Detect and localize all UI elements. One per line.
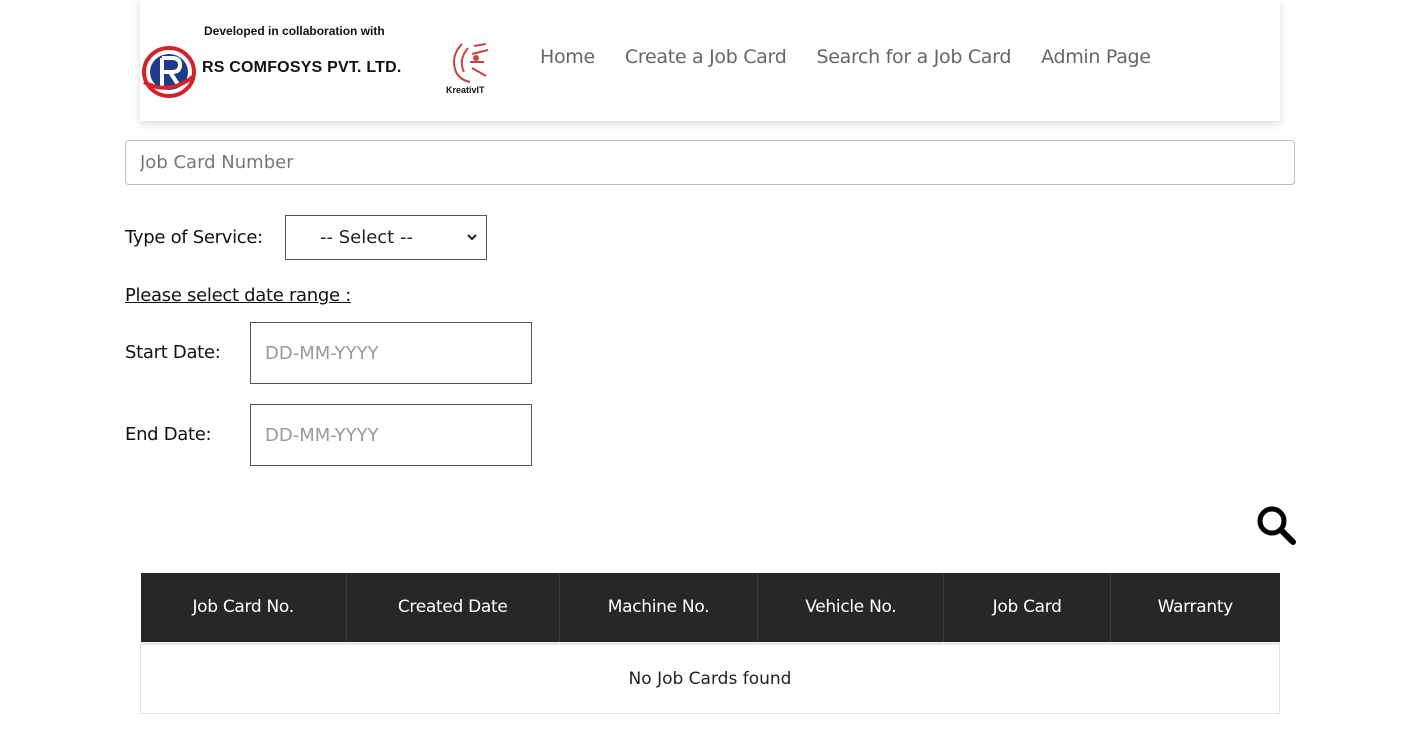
company-name: RS COMFOSYS PVT. LTD. (202, 59, 402, 76)
rs-comfosys-logo (142, 46, 196, 98)
col-created-date: Created Date (346, 573, 560, 643)
start-date-label: Start Date: (125, 342, 221, 363)
kreativit-logo (453, 43, 489, 83)
nav-admin-page[interactable]: Admin Page (1041, 46, 1151, 68)
col-job-card-no: Job Card No. (140, 573, 347, 643)
collaboration-text: Developed in collaboration with (204, 24, 385, 38)
search-icon[interactable] (1256, 505, 1296, 545)
nav-create-job-card[interactable]: Create a Job Card (625, 46, 787, 68)
service-type-select[interactable]: -- Select -- (285, 215, 487, 260)
start-date-input[interactable] (250, 322, 532, 384)
col-machine-no: Machine No. (559, 573, 759, 643)
end-date-input[interactable] (250, 404, 532, 466)
col-job-card: Job Card (943, 573, 1112, 643)
empty-message: No Job Cards found (140, 641, 1280, 714)
table-row: No Job Cards found (140, 641, 1280, 714)
nav-search-job-card[interactable]: Search for a Job Card (816, 46, 1011, 68)
job-cards-table: Job Card No. Created Date Machine No. Ve… (140, 573, 1280, 714)
job-card-number-input[interactable] (125, 140, 1295, 185)
date-range-title: Please select date range : (125, 285, 351, 306)
table-header-row: Job Card No. Created Date Machine No. Ve… (140, 573, 1280, 643)
main-nav: Home Create a Job Card Search for a Job … (540, 46, 1181, 68)
partner-name: KreativIT (446, 85, 485, 95)
service-type-selected: -- Select -- (320, 227, 413, 248)
nav-home[interactable]: Home (540, 46, 595, 68)
col-warranty: Warranty (1110, 573, 1280, 643)
chevron-down-icon (467, 234, 477, 241)
col-vehicle-no: Vehicle No. (757, 573, 945, 643)
end-date-label: End Date: (125, 424, 212, 445)
service-type-label: Type of Service: (125, 227, 263, 248)
site-header: Developed in collaboration with RS COMFO… (140, 0, 1280, 121)
